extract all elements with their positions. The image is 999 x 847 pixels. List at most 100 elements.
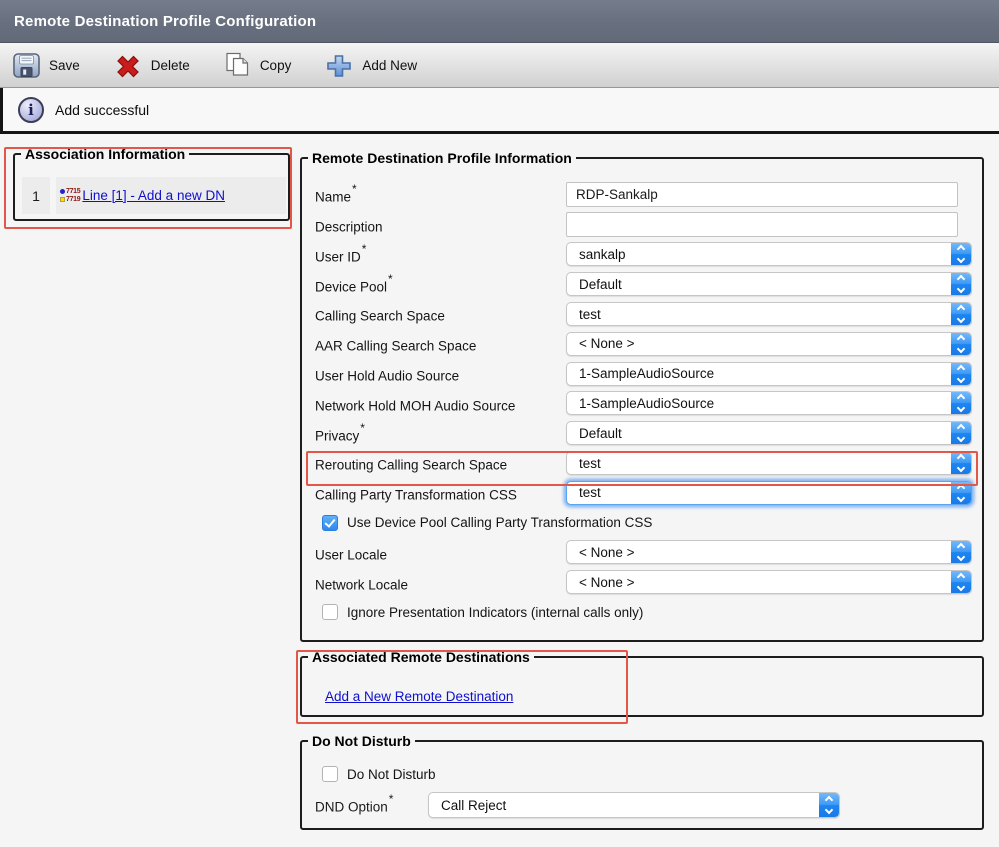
form-row-name: Name* xyxy=(315,180,982,210)
user-hold-audio-select[interactable]: 1-SampleAudioSource xyxy=(566,361,972,386)
form-row-user-id: User ID* sankalp xyxy=(315,240,982,270)
stepper-icon xyxy=(951,273,971,296)
calling-search-space-label: Calling Search Space xyxy=(315,308,445,324)
line-appearance-icon: 7715 7719 xyxy=(60,188,81,203)
user-hold-audio-label: User Hold Audio Source xyxy=(315,368,460,384)
ignore-presentation-indicators-checkbox[interactable] xyxy=(322,604,338,621)
device-pool-select[interactable]: Default xyxy=(566,272,972,297)
form-row-calling-search-space: Calling Search Space test xyxy=(315,299,982,329)
stepper-icon xyxy=(951,243,971,266)
association-row: 1 7715 7719 Line [1] - Add a new DN xyxy=(22,177,288,214)
description-input[interactable] xyxy=(566,212,958,238)
network-locale-select[interactable]: < None > xyxy=(566,570,972,595)
aar-css-label: AAR Calling Search Space xyxy=(315,338,477,354)
form-row-device-pool: Device Pool* Default xyxy=(315,269,982,299)
user-id-label: User ID* xyxy=(315,241,367,265)
network-hold-audio-select[interactable]: 1-SampleAudioSource xyxy=(566,391,972,416)
calling-search-space-select[interactable]: test xyxy=(566,302,972,327)
dnd-rows: Do Not Disturb DND Option* Call Reject xyxy=(302,749,982,818)
stepper-icon xyxy=(951,541,971,564)
association-line-cell: 7715 7719 Line [1] - Add a new DN xyxy=(56,177,286,214)
rerouting-css-label: Rerouting Calling Search Space xyxy=(315,457,508,473)
page-title: Remote Destination Profile Configuration xyxy=(14,12,317,30)
do-not-disturb-section: Do Not Disturb Do Not Disturb DND Option… xyxy=(300,733,984,830)
dnd-option-select[interactable]: Call Reject xyxy=(428,792,840,818)
form-row-aar-css: AAR Calling Search Space < None > xyxy=(315,329,982,359)
stepper-icon xyxy=(951,303,971,326)
form-row-calling-party-transformation-css: Calling Party Transformation CSS test xyxy=(315,478,982,508)
form-row-network-locale: Network Locale < None > xyxy=(315,567,982,597)
calling-party-transformation-css-label: Calling Party Transformation CSS xyxy=(315,487,517,503)
name-label: Name* xyxy=(315,182,357,205)
do-not-disturb-checkbox[interactable] xyxy=(322,766,338,782)
stepper-icon xyxy=(951,422,971,445)
association-information-legend: Association Information xyxy=(25,146,186,162)
dnd-option-row: DND Option* Call Reject xyxy=(315,792,982,818)
stepper-icon xyxy=(819,793,839,817)
network-hold-audio-label: Network Hold MOH Audio Source xyxy=(315,398,516,414)
save-icon xyxy=(13,53,40,78)
profile-information-legend: Remote Destination Profile Information xyxy=(312,150,572,166)
form-row-ignore-presentation-indicators: Ignore Presentation Indicators (internal… xyxy=(315,597,982,627)
form-row-description: Description xyxy=(315,210,982,240)
aar-css-select[interactable]: < None > xyxy=(566,331,972,356)
associated-destinations-legend: Associated Remote Destinations xyxy=(312,649,530,665)
toolbar: Save Delete Copy Add New xyxy=(0,44,999,88)
stepper-icon xyxy=(951,362,971,385)
profile-form-rows: Name* Description User ID* sankalp Devic… xyxy=(302,166,982,627)
status-banner: i Add successful xyxy=(0,88,999,132)
device-pool-label: Device Pool* xyxy=(315,271,393,295)
user-locale-select[interactable]: < None > xyxy=(566,540,972,565)
do-not-disturb-legend: Do Not Disturb xyxy=(312,733,411,749)
copy-icon xyxy=(224,52,251,79)
form-row-rerouting-css: Rerouting Calling Search Space test xyxy=(315,448,982,478)
privacy-label: Privacy* xyxy=(315,420,365,444)
save-button[interactable]: Save xyxy=(13,53,80,78)
delete-button[interactable]: Delete xyxy=(114,53,190,79)
add-new-icon xyxy=(325,53,353,79)
calling-party-transformation-css-select[interactable]: test xyxy=(566,480,972,505)
save-label: Save xyxy=(49,58,80,73)
add-remote-destination-link[interactable]: Add a New Remote Destination xyxy=(325,689,513,704)
name-input[interactable] xyxy=(566,182,958,208)
description-label: Description xyxy=(315,219,383,235)
title-bar: Remote Destination Profile Configuration xyxy=(0,0,999,43)
network-locale-label: Network Locale xyxy=(315,577,409,592)
copy-label: Copy xyxy=(259,58,292,73)
delete-icon xyxy=(114,53,142,79)
dnd-option-label: DND Option* xyxy=(315,792,394,815)
form-row-privacy: Privacy* Default xyxy=(315,418,982,448)
use-device-pool-css-label: Use Device Pool Calling Party Transforma… xyxy=(347,515,653,531)
stepper-icon xyxy=(951,481,971,504)
association-information-section: Association Information 1 7715 7719 Line… xyxy=(13,146,290,221)
info-icon: i xyxy=(18,97,44,123)
use-device-pool-css-checkbox[interactable] xyxy=(322,514,338,531)
form-row-network-hold-audio: Network Hold MOH Audio Source 1-SampleAu… xyxy=(315,389,982,419)
associated-destinations-section: Associated Remote Destinations Add a New… xyxy=(300,649,984,717)
association-row-number: 1 xyxy=(22,177,50,214)
line-1-add-dn-link[interactable]: Line [1] - Add a new DN xyxy=(82,188,225,203)
line-square-icon xyxy=(60,197,65,202)
line-dot-icon xyxy=(60,189,65,194)
remote-destination-profile-page: Remote Destination Profile Configuration… xyxy=(0,0,999,847)
rerouting-css-select[interactable]: test xyxy=(566,451,972,476)
profile-information-section: Remote Destination Profile Information N… xyxy=(300,150,984,642)
add-new-button[interactable]: Add New xyxy=(325,53,417,79)
content-divider xyxy=(0,131,999,134)
copy-button[interactable]: Copy xyxy=(224,52,292,79)
stepper-icon xyxy=(951,452,971,475)
user-locale-label: User Locale xyxy=(315,547,388,563)
stepper-icon xyxy=(951,571,971,594)
user-id-select[interactable]: sankalp xyxy=(566,242,972,267)
stepper-icon xyxy=(951,332,971,355)
privacy-select[interactable]: Default xyxy=(566,421,972,446)
form-row-user-hold-audio: User Hold Audio Source 1-SampleAudioSour… xyxy=(315,359,982,389)
status-message: Add successful xyxy=(55,102,150,118)
stepper-icon xyxy=(951,392,971,415)
ignore-presentation-indicators-label: Ignore Presentation Indicators (internal… xyxy=(347,604,644,620)
form-row-user-locale: User Locale < None > xyxy=(315,538,982,568)
do-not-disturb-label: Do Not Disturb xyxy=(347,766,436,782)
add-new-label: Add New xyxy=(362,58,418,73)
delete-label: Delete xyxy=(150,58,190,73)
dnd-checkbox-row: Do Not Disturb xyxy=(315,763,982,785)
